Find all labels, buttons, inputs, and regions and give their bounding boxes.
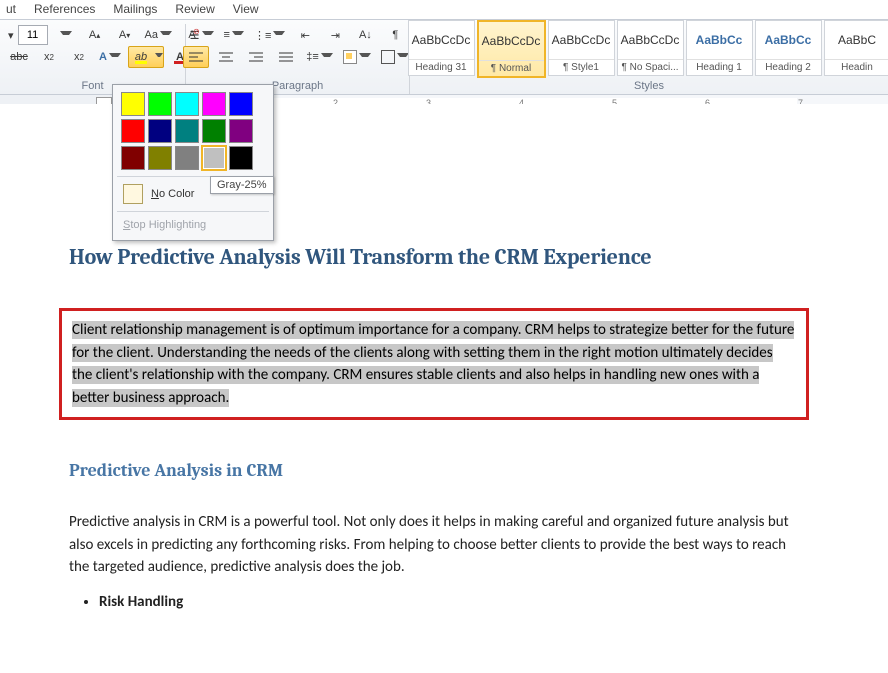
- tab-review[interactable]: Review: [175, 2, 214, 16]
- highlight-color-swatch[interactable]: [148, 119, 172, 143]
- doc-paragraph-2[interactable]: Predictive analysis in CRM is a powerful…: [69, 511, 809, 579]
- line-spacing-button[interactable]: ‡≡: [303, 46, 336, 68]
- highlighted-paragraph-callout: Client relationship management is of opt…: [59, 308, 809, 420]
- font-group-label: Font: [81, 78, 103, 94]
- highlight-split-button[interactable]: ab: [128, 46, 164, 68]
- strikethrough-button[interactable]: abc: [6, 46, 32, 68]
- highlight-color-swatch[interactable]: [202, 119, 226, 143]
- numbering-button[interactable]: ≡: [221, 24, 247, 46]
- doc-paragraph-1[interactable]: Client relationship management is of opt…: [72, 319, 796, 409]
- align-right-button[interactable]: [243, 46, 269, 68]
- text-effects-button[interactable]: A: [96, 46, 124, 68]
- no-color-swatch: [123, 184, 143, 204]
- highlight-color-swatch[interactable]: [175, 119, 199, 143]
- tab-references[interactable]: References: [34, 2, 95, 16]
- doc-heading-1: How Predictive Analysis Will Transform t…: [69, 244, 809, 270]
- shrink-font-button[interactable]: A▾: [112, 24, 138, 46]
- list-item[interactable]: Risk Handling: [99, 593, 809, 611]
- decrease-indent-button[interactable]: ⇤: [292, 24, 318, 46]
- style-item[interactable]: AaBbCcDcHeading 31: [408, 20, 475, 76]
- highlight-button[interactable]: ab: [129, 47, 153, 67]
- highlight-color-swatch[interactable]: [202, 146, 226, 170]
- superscript-button[interactable]: x2: [66, 46, 92, 68]
- doc-heading-2: Predictive Analysis in CRM: [69, 460, 809, 481]
- tab-layout[interactable]: ut: [6, 2, 16, 16]
- doc-bullet-list: Risk Handling: [99, 593, 809, 611]
- highlight-color-swatch[interactable]: [121, 92, 145, 116]
- no-color-label: No Color: [151, 188, 194, 200]
- highlight-color-swatch[interactable]: [202, 92, 226, 116]
- style-item[interactable]: AaBbCHeadin: [824, 20, 888, 76]
- highlight-color-swatch[interactable]: [175, 92, 199, 116]
- color-tooltip: Gray-25%: [210, 176, 274, 194]
- grow-font-button[interactable]: A▴: [82, 24, 108, 46]
- style-item[interactable]: AaBbCcDc¶ Normal: [477, 20, 546, 78]
- style-item[interactable]: AaBbCcDc¶ No Spaci...: [617, 20, 684, 76]
- align-center-button[interactable]: [213, 46, 239, 68]
- shading-button[interactable]: [340, 46, 374, 68]
- stop-highlighting-row[interactable]: Stop Highlighting: [117, 214, 269, 236]
- sort-button[interactable]: A↓: [352, 24, 378, 46]
- highlight-color-swatch[interactable]: [148, 92, 172, 116]
- multilevel-button[interactable]: ⋮≡: [251, 24, 288, 46]
- increase-indent-button[interactable]: ⇥: [322, 24, 348, 46]
- subscript-button[interactable]: x2: [36, 46, 62, 68]
- font-size-input[interactable]: 11: [18, 25, 48, 45]
- highlight-color-swatch[interactable]: [229, 119, 253, 143]
- highlight-color-swatch[interactable]: [229, 92, 253, 116]
- highlight-color-swatch[interactable]: [121, 146, 145, 170]
- style-item[interactable]: AaBbCcDc¶ Style1: [548, 20, 615, 76]
- highlight-color-swatch[interactable]: [148, 146, 172, 170]
- highlight-color-grid: [117, 89, 269, 174]
- font-size-dd[interactable]: [52, 24, 78, 46]
- style-item[interactable]: AaBbCcHeading 1: [686, 20, 753, 76]
- highlight-caret[interactable]: [153, 47, 163, 67]
- highlight-color-swatch[interactable]: [175, 146, 199, 170]
- stop-highlighting-label: Stop Highlighting: [123, 219, 206, 231]
- styles-gallery[interactable]: AaBbCcDcHeading 31AaBbCcDc¶ NormalAaBbCc…: [404, 20, 888, 78]
- highlight-color-swatch[interactable]: [229, 146, 253, 170]
- ribbon-tabs: ut References Mailings Review View: [0, 0, 888, 19]
- paragraph-group-label: Paragraph: [272, 78, 323, 94]
- tab-mailings[interactable]: Mailings: [113, 2, 157, 16]
- style-item[interactable]: AaBbCcHeading 2: [755, 20, 822, 76]
- font-name-dd-caret[interactable]: ▾: [6, 29, 14, 42]
- justify-button[interactable]: [273, 46, 299, 68]
- highlight-dropdown: No Color Stop Highlighting: [112, 84, 274, 241]
- change-case-button[interactable]: Aa: [142, 24, 175, 46]
- align-left-button[interactable]: [183, 46, 209, 68]
- highlight-color-swatch[interactable]: [121, 119, 145, 143]
- styles-group-label: Styles: [634, 78, 664, 94]
- tab-view[interactable]: View: [233, 2, 259, 16]
